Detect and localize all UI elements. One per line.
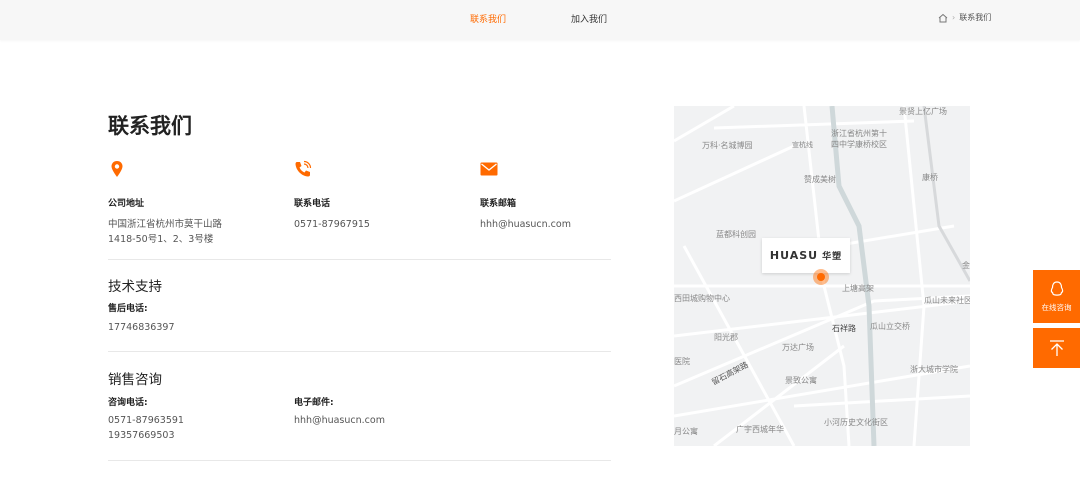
map-label: 宣杭线 bbox=[792, 141, 813, 149]
address-label: 公司地址 bbox=[108, 199, 145, 209]
map-label: 浙江省杭州第十 bbox=[831, 129, 887, 138]
map-label: 万科·名城博园 bbox=[702, 141, 753, 150]
map-label: 四中学康桥校区 bbox=[831, 140, 887, 149]
location-pin-icon bbox=[111, 161, 123, 177]
email-value[interactable]: hhh@huasucn.com bbox=[480, 217, 660, 232]
brand-logo: HUASU bbox=[769, 249, 819, 262]
map-label: 金 bbox=[962, 261, 970, 270]
home-icon[interactable] bbox=[938, 13, 948, 23]
support-phone-value: 17746836397 bbox=[108, 322, 175, 333]
tab-join-us[interactable]: 加入我们 bbox=[571, 12, 607, 25]
support-title: 技术支持 bbox=[108, 279, 162, 295]
address-line-1: 中国浙江省杭州市莫干山路 bbox=[108, 219, 223, 230]
divider bbox=[108, 460, 611, 461]
phone-value: 0571-87967915 bbox=[294, 219, 370, 230]
phone-icon bbox=[295, 160, 312, 177]
sales-email-value[interactable]: hhh@huasucn.com bbox=[294, 413, 385, 428]
support-phone-label: 售后电话: bbox=[108, 304, 148, 314]
map-label: 瓜山未来社区 bbox=[924, 296, 970, 305]
map-label: 阳光郡 bbox=[714, 333, 738, 342]
map-label: 景致公寓 bbox=[785, 376, 817, 385]
map-label: 蓝都科创园 bbox=[716, 230, 756, 239]
map-label: 石祥路 bbox=[832, 324, 856, 333]
online-consult-label: 在线咨询 bbox=[1041, 303, 1072, 312]
map-marker-popup[interactable]: HUASU 华塑 bbox=[762, 238, 850, 273]
divider bbox=[108, 351, 611, 352]
mail-icon bbox=[480, 162, 498, 176]
back-to-top-button[interactable] bbox=[1033, 328, 1080, 368]
address-line-2: 1418-50号1、2、3号楼 bbox=[108, 234, 214, 245]
map-label: 医院 bbox=[674, 357, 690, 366]
sales-phone-1: 0571-87963591 bbox=[108, 415, 184, 426]
breadcrumb: › 联系我们 bbox=[938, 12, 991, 23]
online-consult-button[interactable]: 在线咨询 bbox=[1033, 270, 1080, 323]
breadcrumb-current: 联系我们 bbox=[959, 13, 992, 22]
map-label: 西田城购物中心 bbox=[674, 294, 730, 303]
divider bbox=[108, 259, 611, 260]
map-label: 康桥 bbox=[922, 173, 938, 182]
address-block: 公司地址 中国浙江省杭州市莫干山路 1418-50号1、2、3号楼 bbox=[108, 160, 288, 247]
map-label: 月公寓 bbox=[674, 427, 698, 436]
brand-logo-cn: 华塑 bbox=[822, 252, 843, 262]
map-label: 赞成美树 bbox=[804, 175, 836, 184]
email-label: 联系邮箱 bbox=[480, 199, 517, 209]
map-marker-icon[interactable] bbox=[813, 269, 829, 285]
sales-phone-2: 19357669503 bbox=[108, 430, 175, 441]
map-label: 上塘高架 bbox=[842, 284, 874, 293]
chevron-right-icon: › bbox=[952, 13, 956, 22]
email-block: 联系邮箱 hhh@huasucn.com bbox=[480, 160, 660, 232]
sales-phone-label: 咨询电话: bbox=[108, 398, 148, 408]
phone-label: 联系电话 bbox=[294, 199, 331, 209]
sales-email-label: 电子邮件: bbox=[294, 398, 334, 408]
map-label: 小河历史文化街区 bbox=[824, 418, 888, 427]
arrow-up-icon bbox=[1049, 340, 1064, 356]
tab-contact-us[interactable]: 联系我们 bbox=[470, 12, 506, 25]
map-label: 广宇西城年华 bbox=[736, 425, 784, 434]
map-label: 浙大城市学院 bbox=[910, 365, 958, 374]
phone-block: 联系电话 0571-87967915 bbox=[294, 160, 474, 232]
chat-bubble-icon bbox=[1050, 281, 1063, 296]
sales-title: 销售咨询 bbox=[108, 372, 162, 388]
top-nav: 联系我们 加入我们 › 联系我们 bbox=[0, 0, 1080, 40]
map-label: 瓜山立交桥 bbox=[870, 322, 910, 331]
map-label: 万达广场 bbox=[782, 343, 814, 352]
map-label: 景贤上亿广场 bbox=[899, 107, 947, 116]
page-title: 联系我们 bbox=[108, 114, 192, 138]
